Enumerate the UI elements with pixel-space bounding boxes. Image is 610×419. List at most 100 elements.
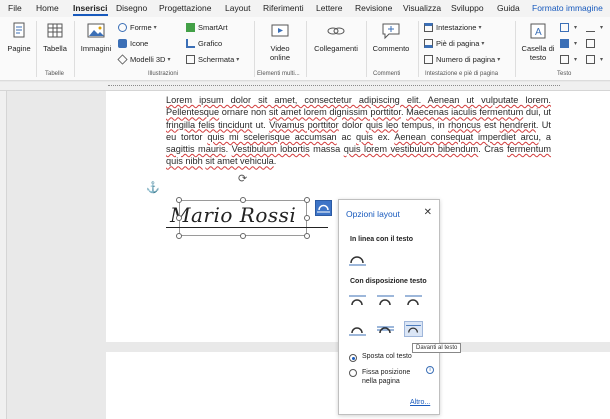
chevron-down-icon: ▾: [153, 25, 157, 31]
vertical-ruler[interactable]: [0, 91, 7, 419]
text-group-label: Testo: [557, 71, 572, 77]
dropcap-button[interactable]: ▾: [560, 55, 577, 64]
body-paragraph[interactable]: Lorem ipsum dolor sit amet, consectetur …: [166, 94, 551, 168]
shapes-button[interactable]: Forme ▾: [118, 23, 157, 32]
page-number-button[interactable]: Numero di pagina ▾: [424, 55, 500, 64]
wrap-through-icon[interactable]: [404, 293, 423, 309]
chevron-down-icon: ▾: [600, 25, 604, 31]
resize-handle[interactable]: [240, 233, 246, 239]
move-with-text-option[interactable]: Sposta col testo: [349, 353, 412, 362]
wrap-top-bottom-icon[interactable]: [348, 321, 367, 337]
resize-handle[interactable]: [304, 215, 310, 221]
comment-label: Commento: [372, 44, 410, 53]
footer-icon: [424, 39, 433, 48]
tab-draw[interactable]: Disegno: [116, 3, 147, 13]
resize-handle[interactable]: [240, 197, 246, 203]
resize-handle[interactable]: [176, 197, 182, 203]
wrap-square-icon[interactable]: [348, 293, 367, 309]
tab-review[interactable]: Revisione: [355, 3, 392, 13]
spelling-error-text: quis mi scelerisque accumsan: [207, 131, 337, 142]
inline-heading: In linea con il testo: [350, 236, 414, 243]
dropcap-icon: [560, 55, 569, 64]
layout-options-button[interactable]: [315, 200, 332, 216]
quick-parts-icon: [560, 23, 569, 32]
header-label: Intestazione: [436, 23, 477, 32]
table-button[interactable]: Tabella: [40, 22, 70, 53]
table-label: Tabella: [43, 44, 67, 53]
header-footer-group-label: Intestazione e piè di pagina: [425, 71, 499, 77]
tab-help[interactable]: Guida: [497, 3, 520, 13]
screenshot-button[interactable]: Schermata ▾: [186, 55, 239, 64]
pane-title: Opzioni layout: [346, 209, 400, 219]
resize-handle[interactable]: [304, 197, 310, 203]
footer-button[interactable]: Piè di pagina ▾: [424, 39, 484, 48]
tab-references[interactable]: Riferimenti: [263, 3, 304, 13]
comment-button[interactable]: Commento: [369, 22, 413, 53]
illustrations-group-label: Illustrazioni: [148, 71, 179, 77]
rotate-handle-icon[interactable]: ⟳: [238, 172, 247, 185]
chevron-down-icon: ▾: [478, 25, 482, 31]
quick-parts-button[interactable]: ▾: [560, 23, 577, 32]
resize-handle[interactable]: [304, 233, 310, 239]
images-button[interactable]: Immagini: [78, 22, 114, 53]
header-button[interactable]: Intestazione ▾: [424, 23, 481, 32]
paragraph-text: ornare non: [219, 107, 269, 118]
date-time-button[interactable]: [586, 39, 598, 48]
resize-handle[interactable]: [176, 215, 182, 221]
ribbon-tabs: File Home Inserisci Disegno Progettazion…: [0, 0, 610, 17]
paragraph-text: tempus, in: [398, 119, 449, 130]
tab-insert[interactable]: Inserisci: [73, 3, 108, 16]
online-video-button[interactable]: Video online: [262, 22, 298, 62]
resize-handle[interactable]: [176, 233, 182, 239]
tooltip: Davanti al testo: [412, 343, 462, 353]
spelling-error-text: Vivamus porttitor: [269, 119, 339, 130]
shapes-icon: [118, 23, 127, 32]
page-icon: [13, 22, 25, 38]
tab-home[interactable]: Home: [36, 3, 59, 13]
tab-mailings[interactable]: Lettere: [316, 3, 342, 13]
tab-file[interactable]: File: [8, 3, 22, 13]
icons-button[interactable]: Icone: [118, 39, 148, 48]
paragraph-text: ut.: [252, 119, 270, 130]
wrap-in-front-of-text-icon[interactable]: [404, 321, 423, 337]
header-icon: [424, 23, 433, 32]
tab-design[interactable]: Progettazione: [159, 3, 211, 13]
icons-icon: [118, 39, 127, 48]
spelling-error-text: sit amet vehicula: [205, 156, 274, 167]
fix-position-option[interactable]: Fissa posizione nella pagina: [349, 368, 421, 386]
wrap-behind-text-icon[interactable]: [376, 321, 395, 337]
pages-button[interactable]: Pagine: [4, 22, 34, 53]
move-with-text-label: Sposta col testo: [362, 353, 412, 360]
wrap-inline-icon[interactable]: [348, 252, 367, 268]
close-icon[interactable]: ✕: [424, 207, 432, 218]
object-button[interactable]: ▾: [586, 55, 603, 64]
smartart-label: SmartArt: [198, 23, 228, 32]
textbox-button[interactable]: A Casella di testo: [519, 22, 557, 62]
tab-picture-format[interactable]: Formato immagine: [532, 3, 603, 13]
paragraph-text: massa: [309, 144, 344, 155]
tab-layout[interactable]: Layout: [225, 3, 251, 13]
smartart-button[interactable]: SmartArt: [186, 23, 228, 32]
page-number-label: Numero di pagina: [436, 55, 496, 64]
info-icon[interactable]: i: [426, 366, 434, 374]
tab-view[interactable]: Visualizza: [403, 3, 441, 13]
models3d-button[interactable]: Modelli 3D ▾: [117, 54, 170, 65]
paragraph-text: dui, ut: [523, 107, 551, 118]
spelling-error-text: quis: [356, 131, 373, 142]
chart-button[interactable]: Grafico: [186, 39, 222, 48]
signature-image[interactable]: Mario Rossi: [170, 203, 296, 227]
links-button[interactable]: Collegamenti: [310, 22, 362, 53]
wordart-button[interactable]: ▾: [560, 39, 577, 48]
paragraph-text: est: [480, 119, 500, 130]
horizontal-ruler[interactable]: [0, 82, 610, 91]
images-label: Immagini: [80, 44, 112, 53]
models3d-label: Modelli 3D: [130, 55, 166, 64]
tab-developer[interactable]: Sviluppo: [451, 3, 484, 13]
radio-move-with-text[interactable]: [349, 354, 357, 362]
more-link[interactable]: Altro...: [410, 399, 430, 406]
radio-fix-position[interactable]: [349, 369, 357, 377]
chevron-down-icon: ▾: [236, 57, 240, 63]
signature-line-button[interactable]: ▾: [586, 23, 603, 32]
wrap-tight-icon[interactable]: [376, 293, 395, 309]
page-number-icon: [424, 55, 433, 64]
